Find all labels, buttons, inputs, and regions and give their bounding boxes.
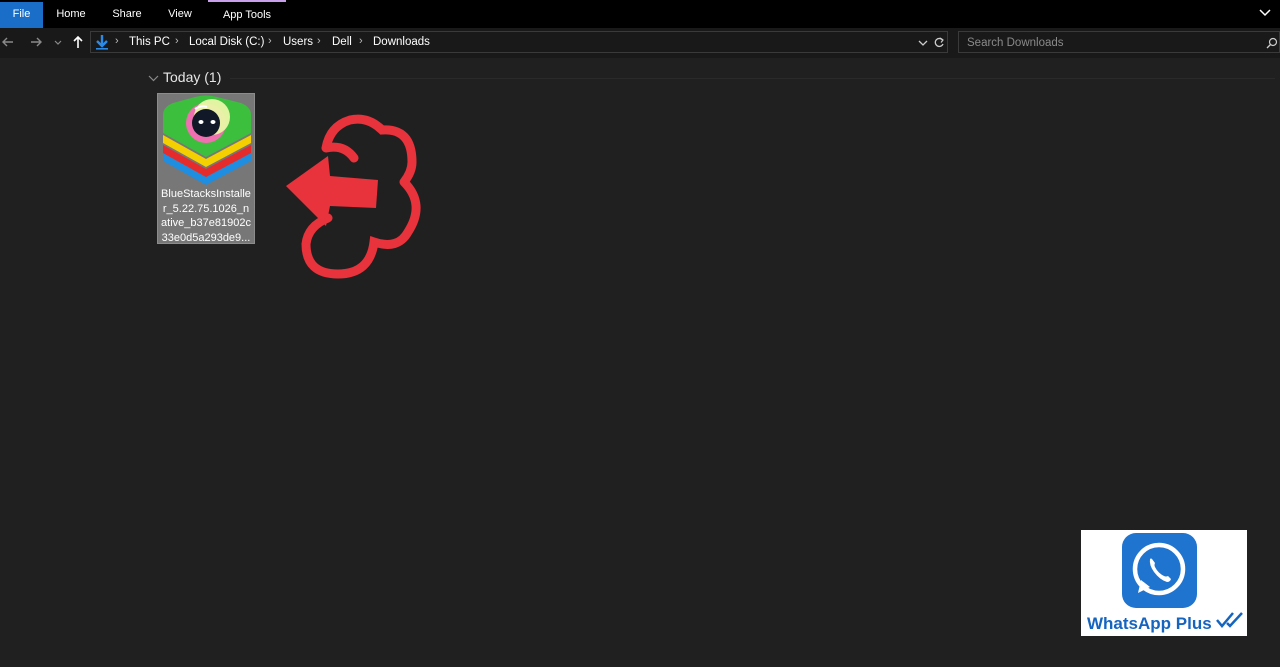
breadcrumb-separator: ›: [359, 35, 363, 47]
downloads-folder-icon: [96, 35, 108, 50]
breadcrumb-users[interactable]: Users: [283, 36, 313, 48]
expand-ribbon-chevron-icon[interactable]: [1258, 6, 1272, 20]
breadcrumb-local-disk[interactable]: Local Disk (C:): [189, 36, 264, 48]
whatsapp-plus-watermark: WhatsApp Plus: [1081, 530, 1247, 636]
up-arrow-icon[interactable]: [70, 34, 86, 50]
recent-locations-chevron-icon[interactable]: [52, 34, 64, 50]
breadcrumb-separator: ›: [268, 35, 272, 47]
navigation-bar: › This PC › Local Disk (C:) › Users › De…: [0, 28, 1280, 58]
breadcrumb-dell[interactable]: Dell: [332, 36, 352, 48]
breadcrumb-downloads[interactable]: Downloads: [373, 36, 430, 48]
double-check-icon: [1216, 612, 1243, 628]
group-header-today[interactable]: Today (1): [163, 69, 221, 87]
tab-share[interactable]: Share: [103, 0, 151, 26]
search-icon[interactable]: [1266, 37, 1278, 49]
ribbon: File Home Share View App Tools: [0, 0, 1280, 28]
tab-app-tools[interactable]: App Tools: [208, 0, 286, 26]
navigation-pane[interactable]: [0, 58, 140, 667]
whatsapp-logo-icon: [1122, 533, 1197, 608]
breadcrumb-this-pc[interactable]: This PC: [129, 36, 170, 48]
address-bar[interactable]: › This PC › Local Disk (C:) › Users › De…: [90, 31, 948, 53]
forward-arrow-icon[interactable]: [28, 34, 44, 50]
back-arrow-icon[interactable]: [0, 34, 16, 50]
red-curved-arrow-icon: [286, 114, 421, 279]
address-history-chevron-icon[interactable]: [917, 37, 929, 49]
tab-home[interactable]: Home: [44, 0, 98, 26]
tab-file[interactable]: File: [0, 2, 43, 28]
watermark-text: WhatsApp Plus: [1087, 614, 1212, 633]
collapse-group-chevron-icon[interactable]: [148, 73, 159, 83]
breadcrumb-separator: ›: [175, 35, 179, 47]
breadcrumb-separator: ›: [115, 35, 119, 47]
bluestacks-icon: [163, 95, 251, 185]
file-item-bluestacks-installer[interactable]: BlueStacksInstaller_5.22.75.1026_native_…: [157, 93, 255, 244]
file-name-label: BlueStacksInstaller_5.22.75.1026_native_…: [161, 188, 251, 244]
tab-view[interactable]: View: [156, 0, 204, 26]
search-input[interactable]: [967, 35, 1257, 50]
breadcrumb-separator: ›: [317, 35, 321, 47]
refresh-icon[interactable]: [933, 36, 945, 49]
group-divider: [230, 78, 1275, 79]
search-box[interactable]: [958, 31, 1280, 53]
